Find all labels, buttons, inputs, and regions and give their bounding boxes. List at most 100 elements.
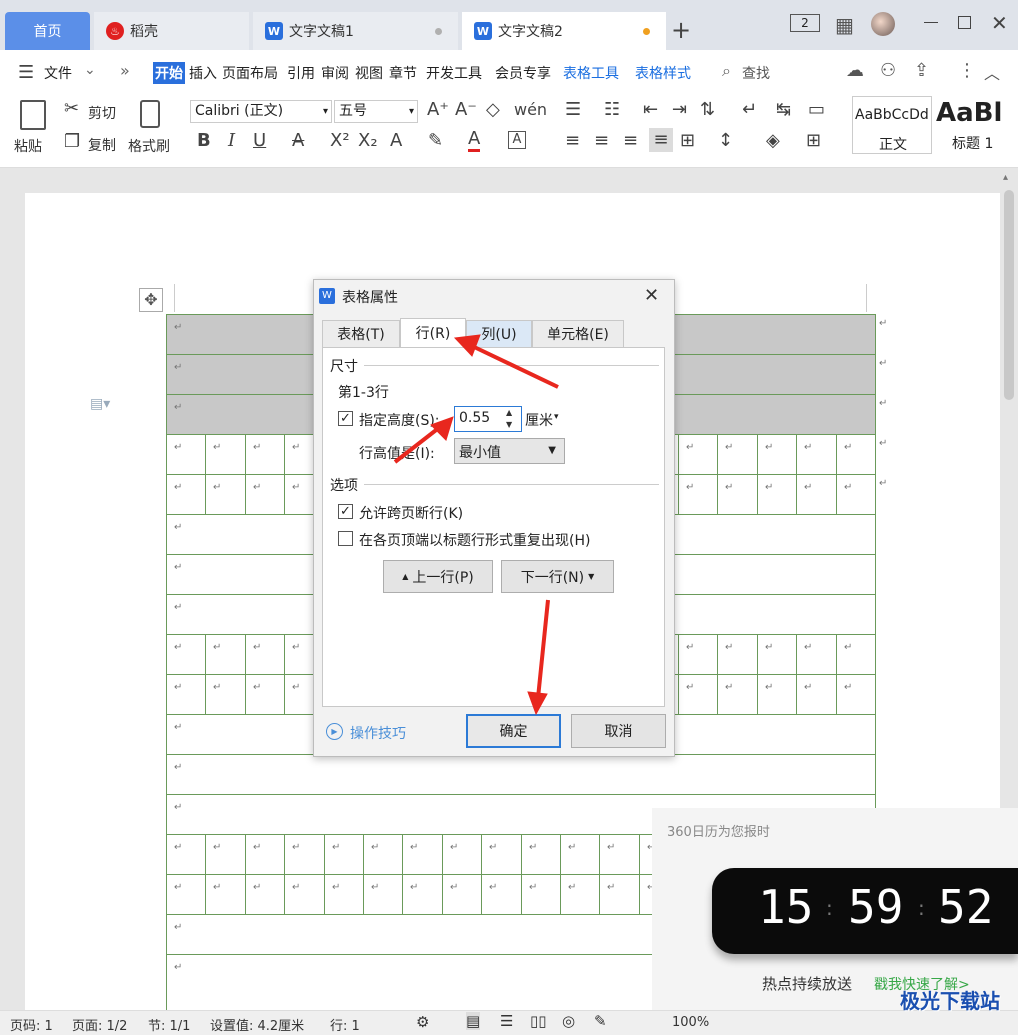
distribute-icon[interactable]: ⊞	[680, 131, 695, 151]
tab-column[interactable]: 列(U)	[466, 320, 532, 348]
font-color-icon[interactable]: A	[468, 129, 481, 152]
paste-button[interactable]: 粘贴	[14, 136, 42, 156]
italic-icon[interactable]: I	[228, 131, 235, 151]
status-row[interactable]: 行: 1	[330, 1015, 360, 1034]
line-spacing-icon[interactable]: ↕	[718, 131, 733, 151]
page-view-icon[interactable]: ▤	[466, 1012, 481, 1030]
tab-doc1[interactable]: W 文字文稿1	[253, 12, 458, 50]
apps-grid-icon[interactable]: ▦	[835, 13, 854, 37]
superscript-icon[interactable]: X²	[330, 131, 350, 151]
bullet-list-icon[interactable]: ☰	[565, 100, 581, 120]
tips-play-icon[interactable]: ▶	[326, 723, 343, 740]
tips-link[interactable]: 操作技巧	[350, 723, 406, 743]
height-unit[interactable]: 厘米	[525, 410, 553, 430]
text-effect-icon[interactable]: A	[390, 131, 402, 151]
height-spin-down-icon[interactable]: ▼	[506, 420, 512, 429]
sort-icon[interactable]: ⇅	[700, 100, 715, 120]
tab-cell[interactable]: 单元格(E)	[532, 320, 624, 348]
justify-icon[interactable]: ≡	[649, 128, 673, 152]
menu-chapter[interactable]: 章节	[389, 63, 417, 83]
shrink-font-icon[interactable]: A⁻	[455, 100, 477, 120]
status-section[interactable]: 节: 1/1	[148, 1015, 190, 1034]
new-tab-button[interactable]: +	[671, 16, 691, 44]
menu-more-icon[interactable]: »	[120, 61, 130, 80]
paste-icon[interactable]	[20, 100, 46, 130]
menu-review[interactable]: 审阅	[321, 63, 349, 83]
scissors-icon[interactable]: ✂	[64, 99, 79, 119]
phonetic-icon[interactable]: wén	[514, 100, 547, 120]
hamburger-icon[interactable]: ☰	[18, 62, 34, 83]
collapse-ribbon-icon[interactable]: ︿	[984, 60, 1000, 84]
share-icon[interactable]: ⇪	[914, 60, 929, 81]
more-options-icon[interactable]: ⋮	[958, 60, 976, 81]
minimize-icon[interactable]	[924, 22, 938, 23]
menu-vip[interactable]: 会员专享	[495, 63, 551, 83]
tab-table[interactable]: 表格(T)	[322, 320, 400, 348]
menu-dev-tools[interactable]: 开发工具	[426, 63, 482, 83]
tab-row[interactable]: 行(R)	[400, 318, 466, 348]
grow-font-icon[interactable]: A⁺	[427, 100, 449, 120]
vertical-scrollbar[interactable]	[1004, 190, 1014, 400]
cloud-sync-icon[interactable]: ☁	[846, 60, 864, 81]
avatar[interactable]	[871, 12, 895, 36]
menu-page-layout[interactable]: 页面布局	[222, 63, 278, 83]
row-height-mode-select[interactable]: 最小值 ▼	[454, 438, 565, 464]
collaborate-icon[interactable]: ⚇	[880, 60, 896, 81]
menu-start[interactable]: 开始	[153, 62, 185, 84]
outline-view-icon[interactable]: ☰	[500, 1012, 513, 1030]
ok-button[interactable]: 确定	[466, 714, 561, 748]
menu-table-style[interactable]: 表格样式	[635, 63, 691, 83]
doc-side-icon[interactable]: ▤▾	[90, 396, 110, 412]
menu-insert[interactable]: 插入	[189, 63, 217, 83]
tab-doc2[interactable]: W 文字文稿2	[462, 12, 666, 50]
style-normal[interactable]: AaBbCcDd 正文	[852, 96, 932, 154]
table-move-handle-icon[interactable]: ✥	[139, 288, 163, 312]
char-border-icon[interactable]: A	[508, 131, 526, 149]
shading-icon[interactable]: ◈	[766, 131, 780, 151]
borders-icon[interactable]: ⊞	[806, 131, 821, 151]
settings-icon[interactable]: ⚙	[416, 1013, 429, 1031]
copy-icon[interactable]: ❐	[64, 132, 80, 152]
repeat-header-checkbox[interactable]	[338, 531, 353, 546]
format-painter-button[interactable]: 格式刷	[128, 136, 170, 156]
dialog-close-icon[interactable]: ✕	[644, 285, 659, 306]
menu-view[interactable]: 视图	[355, 63, 383, 83]
cut-button[interactable]: 剪切	[88, 103, 116, 123]
menu-file[interactable]: 文件	[44, 63, 72, 83]
increase-indent-icon[interactable]: ⇥	[672, 100, 687, 120]
align-right-icon[interactable]: ≡	[623, 131, 638, 151]
format-painter-icon[interactable]	[140, 100, 160, 128]
font-size-select[interactable]: 五号 ▾	[334, 100, 418, 123]
copy-button[interactable]: 复制	[88, 135, 116, 155]
status-page-num[interactable]: 页码: 1	[10, 1015, 53, 1034]
unit-chevron-icon[interactable]: ▾	[554, 412, 559, 422]
next-row-button[interactable]: 下一行(N) ▼	[501, 560, 614, 593]
pen-icon[interactable]: ✎	[594, 1012, 607, 1030]
underline-icon[interactable]: U	[253, 131, 266, 151]
scroll-up-icon[interactable]: ▴	[1003, 172, 1008, 183]
height-spin-up-icon[interactable]: ▲	[506, 408, 512, 417]
align-left-icon[interactable]: ≡	[565, 131, 580, 151]
search-icon[interactable]: ⌕	[722, 61, 731, 81]
window-count-icon[interactable]: 2	[790, 14, 820, 32]
highlight-icon[interactable]: ✎	[428, 131, 443, 151]
tab-daoke[interactable]: ♨ 稻壳	[94, 12, 249, 50]
menu-reference[interactable]: 引用	[287, 63, 315, 83]
tab-stop-icon[interactable]: ↹	[776, 100, 791, 120]
close-window-icon[interactable]: ✕	[991, 11, 1008, 35]
web-view-icon[interactable]: ◎	[562, 1012, 575, 1030]
prev-row-button[interactable]: ▲ 上一行(P)	[383, 560, 493, 593]
chevron-down-icon[interactable]: ⌄	[84, 62, 96, 78]
ruler-icon[interactable]: ▭	[808, 100, 825, 120]
read-view-icon[interactable]: ▯▯	[530, 1012, 547, 1030]
align-center-icon[interactable]: ≡	[594, 131, 609, 151]
decrease-indent-icon[interactable]: ⇤	[643, 100, 658, 120]
bold-icon[interactable]: B	[197, 131, 211, 151]
style-heading1[interactable]: AaBl 标题 1	[934, 96, 1014, 154]
cancel-button[interactable]: 取消	[571, 714, 666, 748]
zoom-value[interactable]: 100%	[672, 1015, 709, 1030]
status-pages[interactable]: 页面: 1/2	[72, 1015, 127, 1034]
number-list-icon[interactable]: ☷	[604, 100, 620, 120]
maximize-icon[interactable]	[958, 16, 971, 29]
menu-search[interactable]: 查找	[742, 63, 770, 83]
